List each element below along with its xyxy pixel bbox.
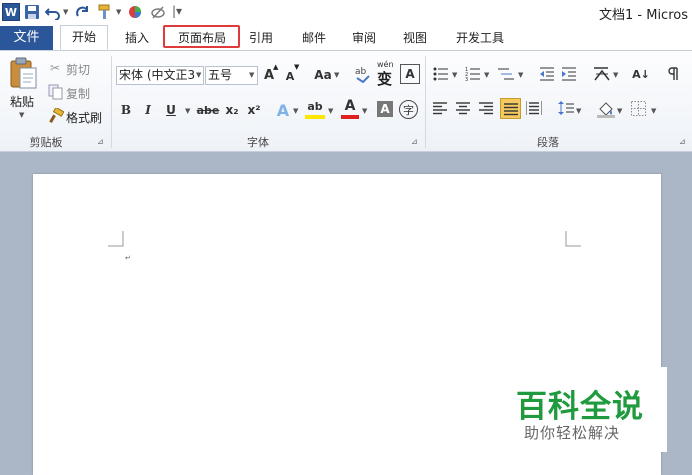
watermark-title: 百科全说 (516, 389, 644, 425)
page-layout-highlight (163, 25, 240, 48)
paste-button[interactable]: 粘贴 (10, 93, 34, 110)
multilevel-dropdown-icon[interactable]: ▼ (518, 71, 523, 79)
format-painter-icon (49, 108, 64, 123)
paragraph-group-label: 段落 (537, 136, 559, 149)
underline-dropdown-icon[interactable]: ▼ (185, 107, 190, 115)
bullets-icon[interactable] (433, 66, 449, 82)
clipboard-group-label: 剪贴板 (29, 136, 63, 149)
save-icon[interactable] (24, 4, 40, 20)
paragraph-launcher-icon[interactable]: ⊿ (679, 137, 686, 146)
justify-button[interactable] (500, 98, 521, 119)
underline-button[interactable]: U (164, 101, 178, 119)
numbering-dropdown-icon[interactable]: ▼ (484, 71, 489, 79)
draw-shape-icon[interactable] (150, 4, 166, 20)
copy-icon (48, 84, 63, 100)
numbering-icon[interactable]: 123 (465, 66, 481, 82)
colorful-circle-icon[interactable] (127, 4, 143, 20)
chinese-layout-dropdown-icon[interactable]: ▼ (613, 71, 618, 79)
font-color-bar (341, 115, 359, 119)
highlight-color-bar (305, 115, 325, 119)
font-color-button[interactable]: A (342, 98, 358, 114)
line-spacing-icon[interactable] (558, 100, 574, 116)
phonetic-guide-button[interactable]: 变 (377, 68, 392, 89)
font-name-box[interactable]: 宋体 (中文正3 (116, 66, 204, 85)
paragraph-mark: ↵ (125, 254, 131, 262)
change-case-button[interactable]: Aa (313, 66, 333, 84)
grow-arrow-icon: ▲ (273, 63, 279, 71)
font-color-dropdown-icon[interactable]: ▼ (362, 107, 367, 115)
tab-review[interactable]: 审阅 (344, 27, 384, 49)
font-launcher-icon[interactable]: ⊿ (411, 137, 418, 146)
shading-dropdown-icon[interactable]: ▼ (617, 107, 622, 115)
svg-text:ab: ab (355, 67, 367, 77)
tab-mailings[interactable]: 邮件 (294, 27, 334, 49)
undo-icon[interactable] (45, 4, 61, 20)
chinese-layout-icon[interactable] (592, 65, 612, 83)
paste-icon[interactable] (8, 56, 38, 90)
margin-corner-top-left (108, 231, 124, 247)
shrink-arrow-icon: ▼ (294, 63, 300, 71)
increase-indent-icon[interactable] (561, 66, 577, 82)
enclose-characters-button[interactable]: 字 (399, 100, 418, 119)
tab-insert[interactable]: 插入 (117, 27, 157, 49)
tab-file[interactable]: 文件 (0, 26, 53, 50)
group-divider (111, 56, 112, 148)
tab-references[interactable]: 引用 (243, 27, 279, 49)
character-shading-button[interactable]: A (377, 101, 393, 117)
shading-icon[interactable] (597, 100, 615, 118)
scissors-icon: ✂ (50, 61, 61, 75)
paste-dropdown-icon[interactable]: ▼ (19, 111, 24, 119)
redo-icon[interactable] (75, 4, 91, 20)
subscript-button[interactable]: x₂ (223, 101, 241, 119)
italic-button[interactable]: I (141, 101, 155, 119)
bullets-dropdown-icon[interactable]: ▼ (452, 71, 457, 79)
sort-button[interactable]: A↓ (630, 64, 652, 84)
format-painter-button[interactable]: 格式刷 (66, 109, 102, 126)
strikethrough-button[interactable]: abe (197, 101, 220, 119)
highlight-dropdown-icon[interactable]: ▼ (328, 107, 333, 115)
cut-button[interactable]: 剪切 (66, 61, 90, 78)
change-case-dropdown-icon[interactable]: ▼ (334, 71, 339, 79)
customize-quick-access[interactable]: |▾ (172, 4, 182, 18)
borders-icon[interactable] (631, 101, 646, 116)
word-logo-icon[interactable]: W (2, 3, 20, 21)
character-border-button[interactable]: A (400, 64, 420, 84)
clipboard-launcher-icon[interactable]: ⊿ (97, 137, 104, 146)
margin-corner-top-right (565, 231, 581, 247)
tab-developer[interactable]: 开发工具 (447, 27, 513, 49)
superscript-button[interactable]: x² (245, 101, 263, 119)
clear-format-icon[interactable]: ab (354, 64, 372, 84)
undo-dropdown-icon[interactable]: ▼ (63, 8, 68, 16)
text-effects-button[interactable]: A (275, 100, 291, 120)
window-title: 文档1 - Micros (599, 8, 688, 23)
copy-button[interactable]: 复制 (66, 85, 90, 102)
align-left-icon[interactable] (433, 101, 447, 115)
distributed-align-icon[interactable] (526, 101, 542, 115)
font-size-dropdown-icon[interactable]: ▼ (249, 71, 254, 79)
multilevel-list-icon[interactable] (497, 66, 515, 82)
font-group-label: 字体 (247, 136, 269, 149)
watermark-subtitle: 助你轻松解决 (524, 424, 621, 442)
borders-dropdown-icon[interactable]: ▼ (651, 107, 656, 115)
justify-icon (504, 103, 518, 116)
tab-view[interactable]: 视图 (395, 27, 435, 49)
tab-home[interactable]: 开始 (60, 25, 108, 50)
decrease-indent-icon[interactable] (539, 66, 555, 82)
font-name-dropdown-icon[interactable]: ▼ (196, 71, 201, 79)
align-right-icon[interactable] (479, 101, 493, 115)
highlight-button[interactable]: ab (306, 98, 324, 114)
group-divider (425, 56, 426, 148)
format-painter-quick-icon[interactable] (97, 4, 113, 20)
quick-dropdown-icon[interactable]: ▼ (116, 8, 121, 16)
svg-text:3: 3 (465, 77, 468, 82)
show-marks-icon[interactable] (664, 66, 680, 82)
bold-button[interactable]: B (119, 101, 133, 119)
align-center-icon[interactable] (456, 101, 470, 115)
watermark-panel: 百科全说 助你轻松解决 (500, 367, 667, 452)
text-effects-dropdown-icon[interactable]: ▼ (293, 107, 298, 115)
line-spacing-dropdown-icon[interactable]: ▼ (576, 107, 581, 115)
